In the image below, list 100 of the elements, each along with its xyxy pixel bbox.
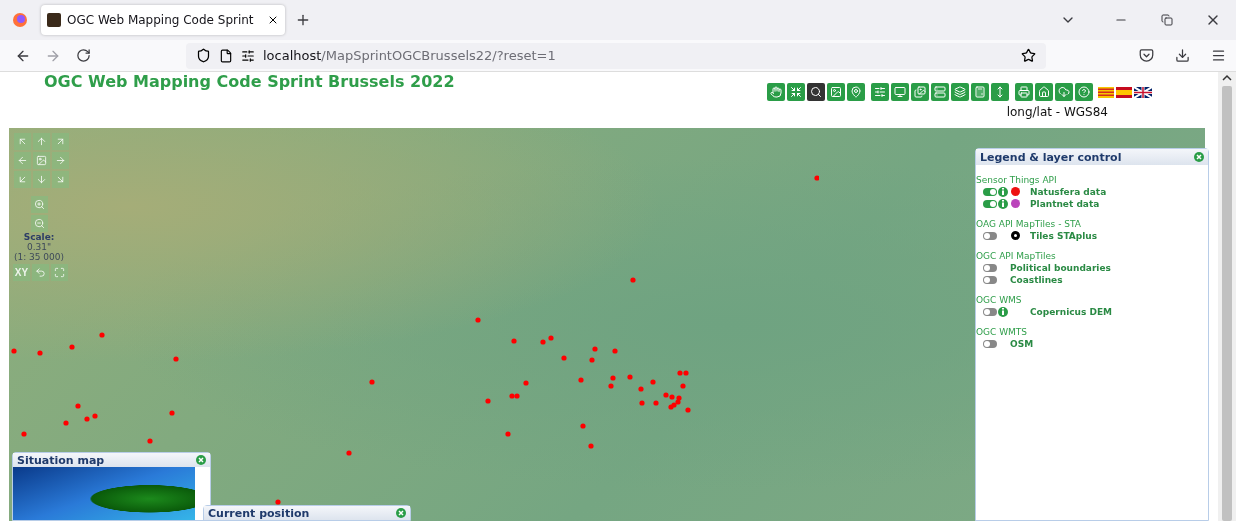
restore-icon[interactable] (1161, 14, 1173, 26)
observation-point[interactable] (511, 338, 517, 344)
observation-point[interactable] (369, 379, 375, 385)
layer-name[interactable]: Tiles STAplus (1030, 230, 1098, 241)
zoom-out-button[interactable] (31, 215, 48, 232)
observation-point[interactable] (485, 398, 491, 404)
observation-point[interactable] (592, 346, 598, 352)
observation-point[interactable] (275, 499, 281, 505)
info-icon[interactable] (998, 306, 1008, 317)
observation-point[interactable] (69, 344, 75, 350)
observation-point[interactable] (505, 431, 511, 437)
observation-point[interactable] (548, 335, 554, 341)
observation-point[interactable] (21, 431, 27, 437)
pan-button[interactable] (33, 171, 50, 188)
observation-point[interactable] (653, 400, 659, 406)
layer-name[interactable]: Plantnet data (1030, 198, 1100, 209)
download-icon[interactable] (1174, 48, 1190, 63)
info-icon[interactable] (998, 186, 1008, 197)
observation-point[interactable] (650, 379, 656, 385)
address-bar[interactable]: localhost/MapSprintOGCBrussels22/?reset=1 (186, 42, 1046, 69)
browser-logo-icon[interactable] (12, 12, 28, 28)
zoom-in-button[interactable] (31, 196, 48, 213)
observation-point[interactable] (514, 393, 520, 399)
layer-name[interactable]: Coastlines (1010, 274, 1063, 285)
observation-point[interactable] (580, 423, 586, 429)
observation-point[interactable] (677, 370, 683, 376)
close-icon[interactable] (267, 14, 279, 26)
pan-button[interactable] (14, 171, 31, 188)
images-icon (914, 86, 926, 98)
layer-toggle[interactable] (983, 199, 997, 208)
observation-point[interactable] (561, 355, 567, 361)
observation-point[interactable] (610, 375, 616, 381)
observation-point[interactable] (37, 350, 43, 356)
observation-point[interactable] (523, 380, 529, 386)
observation-point[interactable] (169, 410, 175, 416)
observation-point[interactable] (663, 392, 669, 398)
observation-point[interactable] (99, 332, 105, 338)
menu-icon[interactable] (1210, 48, 1226, 63)
layer-toggle[interactable] (983, 263, 997, 272)
observation-point[interactable] (676, 395, 682, 401)
observation-point[interactable] (608, 383, 614, 389)
observation-point[interactable] (63, 420, 69, 426)
pan-button[interactable] (52, 133, 69, 150)
observation-point[interactable] (84, 416, 90, 422)
observation-point[interactable] (685, 407, 691, 413)
pan-button[interactable] (52, 152, 69, 169)
observation-point[interactable] (675, 399, 681, 405)
pan-button[interactable] (33, 152, 50, 169)
observation-point[interactable] (540, 339, 546, 345)
layer-name[interactable]: Natusfera data (1030, 186, 1107, 197)
pan-button[interactable] (33, 133, 50, 150)
crs-label: long/lat - WGS84 (1006, 105, 1108, 119)
observation-point[interactable] (638, 386, 644, 392)
observation-point[interactable] (588, 443, 594, 449)
layer-name[interactable]: Copernicus DEM (1030, 306, 1113, 317)
observation-point[interactable] (669, 394, 675, 400)
reload-icon[interactable] (75, 48, 91, 63)
layer-name[interactable]: OSM (1010, 338, 1034, 349)
scrollbar-thumb[interactable] (1222, 86, 1232, 521)
observation-point[interactable] (147, 438, 153, 444)
info-icon[interactable] (998, 198, 1008, 209)
scroll-up-icon[interactable] (1222, 74, 1232, 82)
layer-toggle[interactable] (983, 307, 997, 316)
observation-point[interactable] (92, 413, 98, 419)
observation-point[interactable] (173, 356, 179, 362)
fullscreen-button[interactable] (51, 264, 68, 281)
observation-point[interactable] (680, 383, 686, 389)
layer-toggle[interactable] (983, 275, 997, 284)
observation-point[interactable] (11, 348, 17, 354)
observation-point[interactable] (814, 175, 819, 181)
new-tab-icon[interactable] (295, 12, 311, 28)
overview-map-placeholder[interactable] (13, 467, 195, 520)
bookmark-star-icon[interactable] (1021, 48, 1036, 63)
pocket-icon[interactable] (1138, 48, 1154, 63)
uk-flag-icon[interactable] (1134, 86, 1152, 98)
spanish-flag-icon[interactable] (1116, 86, 1132, 98)
observation-point[interactable] (612, 348, 618, 354)
pan-button[interactable] (52, 171, 69, 188)
observation-point[interactable] (346, 450, 352, 456)
browser-tab[interactable]: OGC Web Mapping Code Sprint (41, 5, 285, 35)
observation-point[interactable] (578, 377, 584, 383)
observation-point[interactable] (668, 404, 674, 410)
observation-point[interactable] (639, 400, 645, 406)
layer-toggle[interactable] (983, 187, 997, 196)
observation-point[interactable] (475, 317, 481, 323)
observation-point[interactable] (630, 277, 636, 283)
pan-button[interactable] (14, 152, 31, 169)
toolbar-button[interactable] (807, 83, 825, 101)
permissions-icon[interactable] (241, 48, 255, 63)
observation-point[interactable] (509, 393, 515, 399)
back-button[interactable] (32, 264, 49, 281)
observation-point[interactable] (75, 403, 81, 409)
layer-toggle[interactable] (983, 339, 997, 348)
layer-name[interactable]: Political boundaries (1010, 262, 1111, 273)
observation-point[interactable] (627, 374, 633, 380)
pan-button[interactable] (14, 133, 31, 150)
layer-toggle[interactable] (983, 231, 997, 240)
catalan-flag-icon[interactable] (1098, 86, 1114, 98)
observation-point[interactable] (683, 370, 689, 376)
observation-point[interactable] (589, 357, 595, 363)
